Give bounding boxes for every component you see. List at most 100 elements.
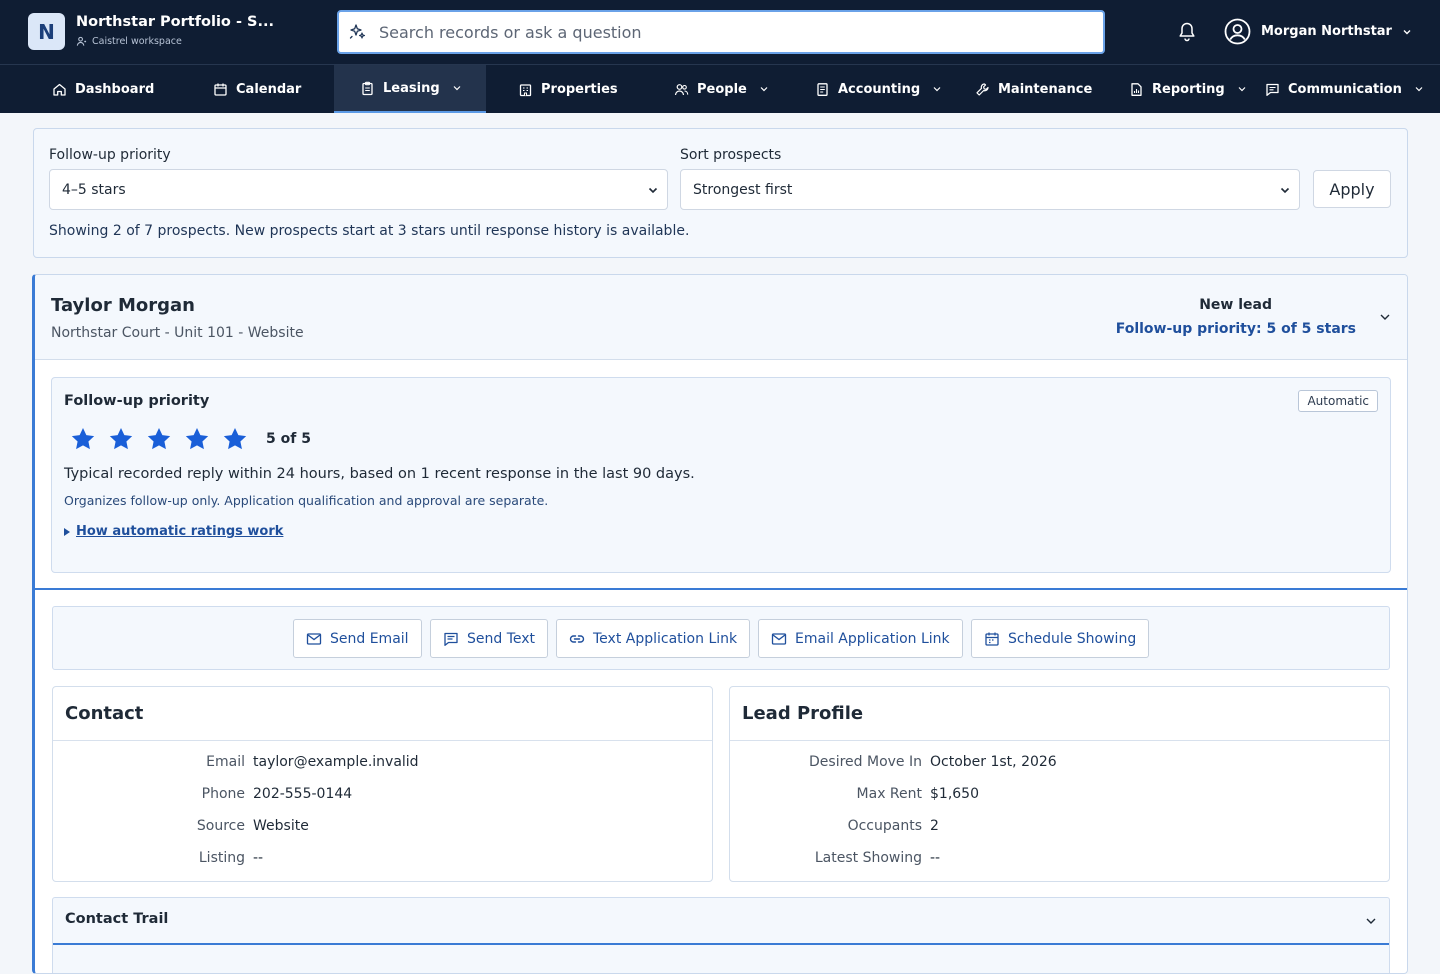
lead-profile-panel: Lead Profile Desired Move In October 1st… <box>729 686 1390 882</box>
field-label: Phone <box>201 786 245 802</box>
button-label: Send Text <box>467 630 536 647</box>
calendar-icon <box>214 83 227 96</box>
field-label: Source <box>196 818 245 834</box>
rating-text: 5 of 5 <box>266 431 311 447</box>
action-bar: Send Email Send Text Text Application Li… <box>52 606 1390 670</box>
chevron-down-icon <box>1238 87 1246 92</box>
workspace-name: Caistrel workspace <box>92 36 182 47</box>
nav-reporting[interactable]: Reporting <box>1129 65 1247 113</box>
listing-value: -- <box>253 850 264 866</box>
people-icon <box>674 83 689 95</box>
mail-icon <box>771 632 787 645</box>
rating-note: Organizes follow-up only. Application qu… <box>64 493 549 508</box>
home-icon <box>53 83 66 96</box>
chat-icon <box>444 632 458 646</box>
move-in-value: October 1st, 2026 <box>930 754 1057 770</box>
email-value[interactable]: taylor@example.invalid <box>253 754 419 770</box>
phone-value[interactable]: 202-555-0144 <box>253 786 352 802</box>
prospect-subtitle: Northstar Court - Unit 101 - Website <box>51 325 304 341</box>
sort-label: Sort prospects <box>680 147 782 163</box>
nav-calendar[interactable]: Calendar <box>213 65 301 113</box>
wrench-icon <box>976 82 989 96</box>
button-label: Schedule Showing <box>1008 630 1137 647</box>
prospect-card: Taylor Morgan Northstar Court - Unit 101… <box>32 274 1408 974</box>
nav-leasing[interactable]: Leasing <box>334 65 486 113</box>
how-ratings-work-link[interactable]: How automatic ratings work <box>64 524 283 539</box>
chevron-down-icon[interactable] <box>1379 311 1391 323</box>
top-bar: N Northstar Portfolio - S... Caistrel wo… <box>0 0 1440 64</box>
schedule-showing-button[interactable]: Schedule Showing <box>971 619 1150 658</box>
send-text-button[interactable]: Send Text <box>430 619 549 658</box>
user-name: Morgan Northstar <box>1261 24 1392 39</box>
button-label: Text Application Link <box>593 630 738 647</box>
occupants-value: 2 <box>930 818 939 834</box>
chevron-down-icon <box>648 187 658 194</box>
brand-title[interactable]: Northstar Portfolio - S... <box>76 14 274 30</box>
nav-label: Communication <box>1288 81 1402 97</box>
prospect-filter-panel: Follow-up priority 4–5 stars Sort prospe… <box>33 128 1408 258</box>
source-value: Website <box>253 818 309 834</box>
ledger-icon <box>817 82 828 96</box>
status-badge: New lead <box>1199 297 1272 313</box>
sort-value: Strongest first <box>693 181 793 198</box>
user-menu[interactable]: Morgan Northstar <box>1224 18 1412 45</box>
priority-filter-label: Follow-up priority <box>49 147 171 163</box>
chevron-down-icon[interactable] <box>1365 915 1377 927</box>
nav-properties[interactable]: Properties <box>518 65 618 113</box>
apply-button[interactable]: Apply <box>1313 170 1391 208</box>
priority-summary: Follow-up priority: 5 of 5 stars <box>1115 321 1356 337</box>
disclosure-triangle-icon <box>64 527 70 536</box>
sort-select[interactable]: Strongest first <box>680 169 1300 210</box>
chevron-down-icon <box>1415 87 1423 92</box>
nav-dashboard[interactable]: Dashboard <box>52 65 154 113</box>
nav-label: Leasing <box>383 80 440 96</box>
prospect-card-header[interactable]: Taylor Morgan Northstar Court - Unit 101… <box>35 275 1407 360</box>
star-icon <box>223 427 247 450</box>
nav-label: Reporting <box>1152 81 1225 97</box>
email-application-link-button[interactable]: Email Application Link <box>758 619 963 658</box>
button-label: Email Application Link <box>795 630 950 647</box>
bell-icon[interactable] <box>1177 21 1197 43</box>
lead-profile-title: Lead Profile <box>742 703 864 724</box>
follow-up-title: Follow-up priority <box>64 393 210 409</box>
chevron-down-icon <box>933 87 941 92</box>
contact-trail-section[interactable]: Contact Trail <box>52 897 1390 973</box>
star-icon <box>71 427 95 450</box>
text-application-link-button[interactable]: Text Application Link <box>556 619 751 658</box>
workspace-icon <box>76 36 87 46</box>
star-icon <box>109 427 133 450</box>
latest-showing-value: -- <box>930 850 941 866</box>
search-input[interactable] <box>379 22 1079 42</box>
filter-status-text: Showing 2 of 7 prospects. New prospects … <box>49 223 690 239</box>
sparkle-icon <box>349 24 366 39</box>
priority-filter-select[interactable]: 4–5 stars <box>49 169 668 210</box>
nav-maintenance[interactable]: Maintenance <box>975 65 1092 113</box>
panel-divider <box>53 740 712 741</box>
prospect-name: Taylor Morgan <box>51 295 195 316</box>
nav-label: Dashboard <box>75 81 155 97</box>
follow-up-priority-panel: Follow-up priority Automatic 5 of 5 Typi… <box>51 377 1391 573</box>
send-email-button[interactable]: Send Email <box>293 619 422 658</box>
chevron-down-icon <box>760 87 768 92</box>
search-box[interactable] <box>337 10 1105 54</box>
brand-logo[interactable]: N <box>28 13 65 50</box>
nav-accounting[interactable]: Accounting <box>815 65 942 113</box>
clipboard-icon <box>362 81 373 95</box>
building-icon <box>519 83 532 96</box>
chevron-down-icon <box>1280 187 1290 194</box>
section-divider <box>35 588 1407 590</box>
star-icon <box>147 427 171 450</box>
chevron-down-icon <box>1403 29 1411 34</box>
field-label: Occupants <box>847 818 922 834</box>
button-label: Send Email <box>330 630 409 647</box>
panel-divider <box>730 740 1389 741</box>
contact-trail-title: Contact Trail <box>65 911 169 927</box>
nav-label: Properties <box>541 81 618 97</box>
nav-label: Accounting <box>838 81 921 97</box>
nav-people[interactable]: People <box>674 65 769 113</box>
link-icon <box>569 634 585 643</box>
workspace-label: Caistrel workspace <box>76 36 182 47</box>
nav-communication[interactable]: Communication <box>1265 65 1424 113</box>
contact-panel: Contact Email taylor@example.invalid Pho… <box>52 686 713 882</box>
user-avatar-icon <box>1224 18 1251 45</box>
